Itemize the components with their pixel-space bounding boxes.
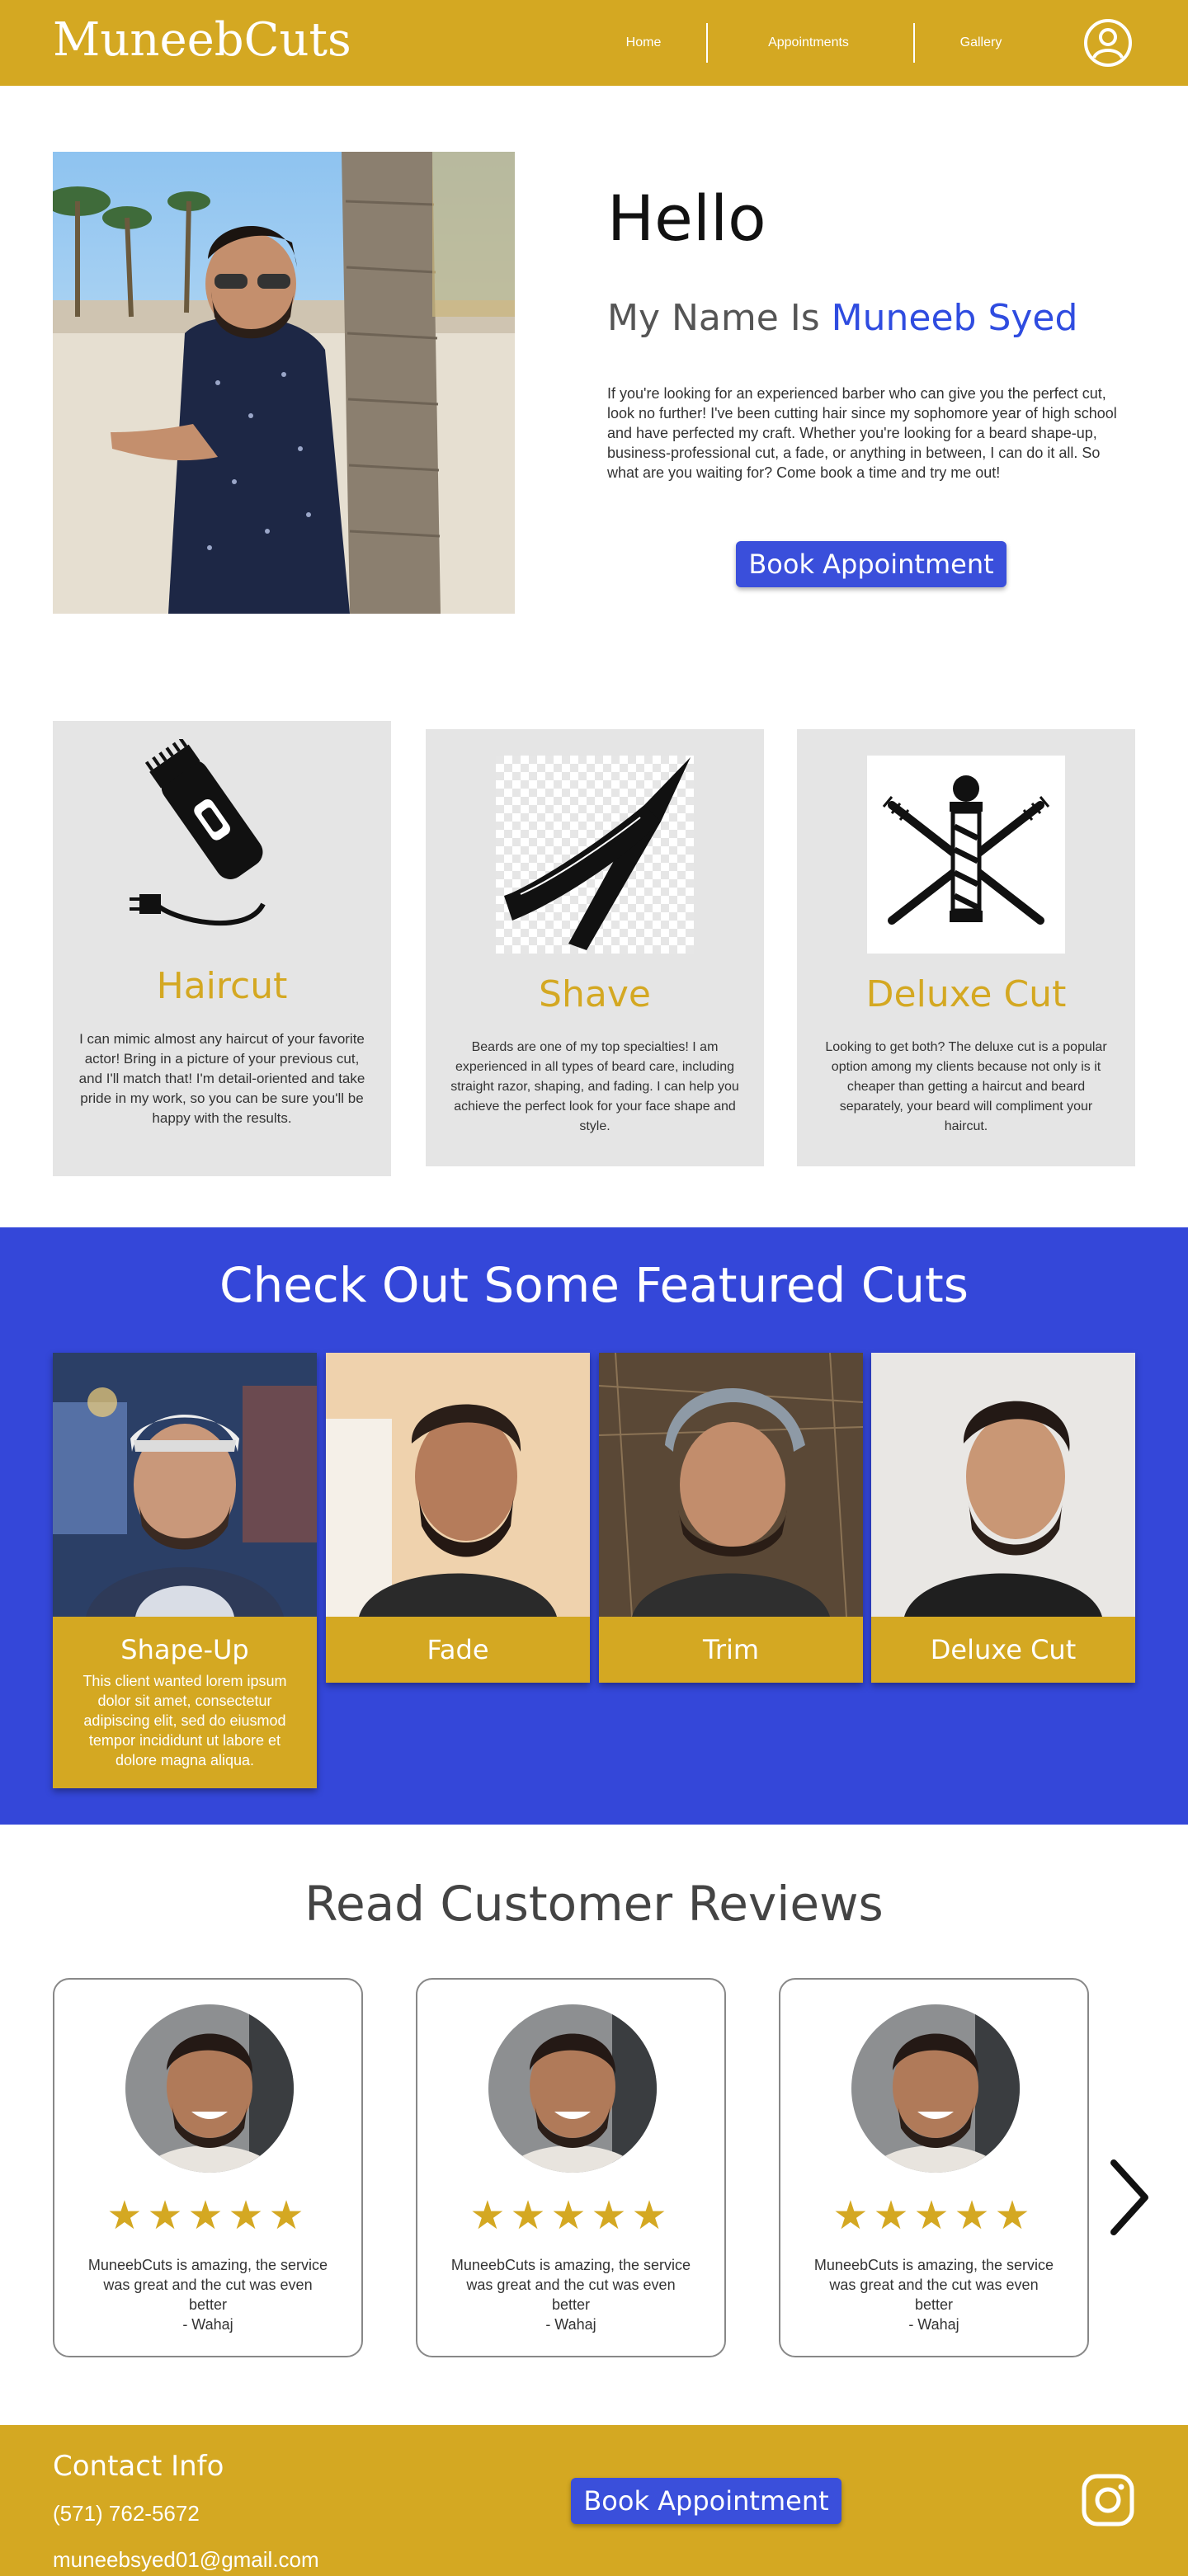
- barber-portrait-photo: [53, 152, 515, 614]
- nav-divider: [913, 23, 915, 63]
- chevron-right-icon[interactable]: [1106, 2156, 1152, 2239]
- featured-cut-deluxe[interactable]: Deluxe Cut: [871, 1353, 1135, 1683]
- star-rating: ★★★★★: [832, 2192, 1035, 2239]
- reviews-title: Read Customer Reviews: [304, 1876, 884, 1932]
- review-card: ★★★★★ MuneebCuts is amazing, the service…: [53, 1978, 363, 2357]
- user-circle-icon[interactable]: [1083, 18, 1133, 68]
- nav-home[interactable]: Home: [602, 23, 685, 63]
- nav-appointments[interactable]: Appointments: [726, 23, 891, 63]
- instagram-icon[interactable]: [1081, 2473, 1135, 2527]
- service-title: Deluxe Cut: [865, 973, 1067, 1015]
- featured-title: Check Out Some Featured Cuts: [219, 1257, 969, 1313]
- star-rating: ★★★★★: [469, 2192, 672, 2239]
- service-description: Looking to get both? The deluxe cut is a…: [825, 1040, 1107, 1133]
- barber-pole-icon: [867, 756, 1065, 954]
- contact-phone[interactable]: (571) 762-5672: [53, 2501, 200, 2527]
- review-author: - Wahaj: [545, 2316, 596, 2333]
- cut-photo: [326, 1353, 590, 1617]
- service-card-shave[interactable]: Shave Beards are one of my top specialti…: [426, 729, 764, 1166]
- name-prefix: My Name Is: [607, 297, 832, 339]
- service-title: Shave: [539, 973, 651, 1015]
- site-logo[interactable]: MuneebCuts: [53, 13, 351, 67]
- nav-gallery[interactable]: Gallery: [936, 23, 1026, 63]
- reviewer-avatar: [851, 2004, 1020, 2173]
- contact-title: Contact Info: [53, 2450, 224, 2483]
- review-card: ★★★★★ MuneebCuts is amazing, the service…: [779, 1978, 1089, 2357]
- service-description: I can mimic almost any haircut of your f…: [78, 1031, 365, 1126]
- hero-greeting: Hello: [607, 181, 766, 255]
- review-text: MuneebCuts is amazing, the service was g…: [813, 2255, 1054, 2334]
- cut-label: Fade: [326, 1617, 590, 1683]
- review-author: - Wahaj: [182, 2316, 233, 2333]
- hero-intro-text: If you're looking for an experienced bar…: [607, 385, 1117, 481]
- cut-photo: [53, 1353, 317, 1617]
- review-body: MuneebCuts is amazing, the service was g…: [87, 2257, 328, 2313]
- nav-divider: [706, 23, 708, 63]
- straight-razor-icon: [496, 756, 694, 954]
- review-text: MuneebCuts is amazing, the service was g…: [87, 2255, 328, 2334]
- cut-description: This client wanted lorem ipsum dolor sit…: [53, 1671, 317, 1788]
- service-card-haircut[interactable]: Haircut I can mimic almost any haircut o…: [53, 721, 391, 1176]
- reviewer-avatar: [125, 2004, 294, 2173]
- cut-photo: [599, 1353, 863, 1617]
- cut-label: Deluxe Cut: [871, 1617, 1135, 1683]
- featured-cut-trim[interactable]: Trim: [599, 1353, 863, 1683]
- footer-book-appointment-button[interactable]: Book Appointment: [571, 2478, 842, 2524]
- hero-name-line: My Name Is Muneeb Syed: [607, 297, 1077, 339]
- site-footer: Contact Info (571) 762-5672 muneebsyed01…: [0, 2425, 1188, 2576]
- featured-cut-fade[interactable]: Fade: [326, 1353, 590, 1683]
- cut-photo: [871, 1353, 1135, 1617]
- service-title: Haircut: [156, 965, 288, 1007]
- cut-label: Trim: [599, 1617, 863, 1683]
- hair-clipper-icon: [130, 739, 266, 925]
- review-body: MuneebCuts is amazing, the service was g…: [813, 2257, 1054, 2313]
- site-header: MuneebCuts Home Appointments Gallery: [0, 0, 1188, 86]
- book-appointment-button[interactable]: Book Appointment: [736, 541, 1006, 587]
- featured-cuts-section: Check Out Some Featured Cuts Shape-Up Th…: [0, 1227, 1188, 1825]
- star-rating: ★★★★★: [106, 2192, 309, 2239]
- service-description: Beards are one of my top specialties! I …: [450, 1040, 739, 1133]
- review-author: - Wahaj: [908, 2316, 959, 2333]
- review-text: MuneebCuts is amazing, the service was g…: [450, 2255, 691, 2334]
- featured-cut-shape-up[interactable]: Shape-Up This client wanted lorem ipsum …: [53, 1353, 317, 1788]
- contact-email[interactable]: muneebsyed01@gmail.com: [53, 2547, 319, 2573]
- service-card-deluxe[interactable]: Deluxe Cut Looking to get both? The delu…: [797, 729, 1135, 1166]
- reviewer-avatar: [488, 2004, 657, 2173]
- barber-name: Muneeb Syed: [831, 297, 1078, 339]
- review-card: ★★★★★ MuneebCuts is amazing, the service…: [416, 1978, 726, 2357]
- review-body: MuneebCuts is amazing, the service was g…: [450, 2257, 691, 2313]
